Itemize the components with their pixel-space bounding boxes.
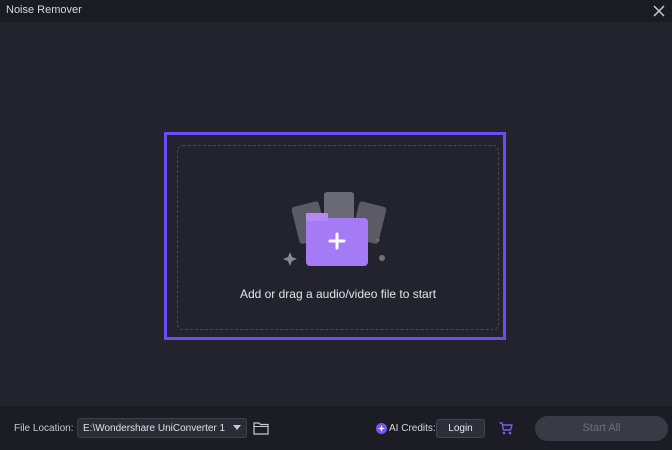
drop-prompt-text: Add or drag a audio/video file to start <box>239 287 437 301</box>
login-button[interactable]: Login <box>436 419 485 438</box>
browse-folder-button[interactable] <box>253 421 269 435</box>
ai-credits-label: AI Credits: <box>389 423 436 434</box>
start-all-button[interactable]: Start All <box>535 416 668 441</box>
file-location-value: E:\Wondershare UniConverter 16\N <box>83 423 225 434</box>
cart-button[interactable] <box>499 422 513 435</box>
main-area: Add or drag a audio/video file to start <box>0 22 672 406</box>
folder-plus-icon <box>278 186 398 266</box>
file-location-dropdown[interactable]: E:\Wondershare UniConverter 16\N <box>77 418 247 438</box>
window-title: Noise Remover <box>6 4 82 16</box>
title-bar: Noise Remover <box>0 0 672 22</box>
folder-icon <box>253 422 269 435</box>
noise-remover-window: Noise Remover Add or drag a audio/video … <box>0 0 672 450</box>
ai-credits-icon <box>376 423 387 434</box>
close-button[interactable] <box>650 2 668 20</box>
file-location-label: File Location: <box>14 423 74 434</box>
chevron-down-icon <box>233 425 241 430</box>
close-icon <box>653 5 665 17</box>
cart-icon <box>499 422 513 435</box>
bottom-bar: File Location: E:\Wondershare UniConvert… <box>0 406 672 450</box>
file-drop-zone[interactable]: Add or drag a audio/video file to start <box>177 145 499 330</box>
